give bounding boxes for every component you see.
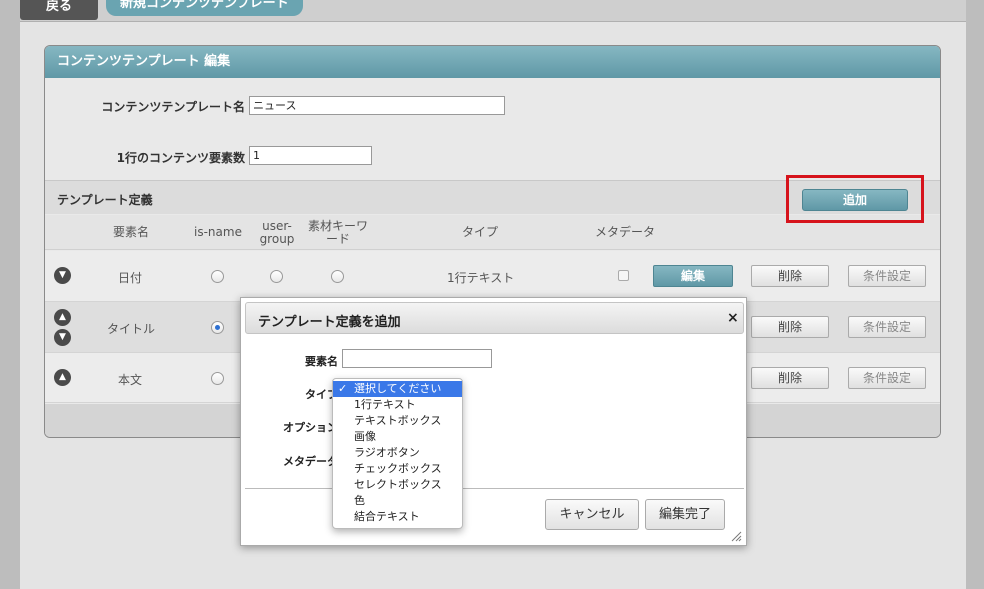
col-is-name: is-name — [194, 225, 242, 239]
template-name-label: コンテンツテンプレート名 — [101, 100, 245, 114]
move-up-icon[interactable]: ▲ — [54, 369, 71, 386]
delete-button[interactable]: 削除 — [751, 316, 829, 338]
is-name-radio[interactable] — [211, 270, 224, 283]
col-element-name: 要素名 — [112, 225, 149, 239]
close-icon[interactable]: × — [727, 310, 739, 326]
metadata-label: メタデータ — [283, 455, 338, 468]
is-name-radio[interactable] — [211, 321, 224, 334]
definitions-title: テンプレート定義 — [57, 193, 153, 207]
col-keyword-line2: ード — [325, 232, 350, 246]
col-user-group-line2: group — [259, 232, 295, 246]
type-option[interactable]: セレクトボックス — [333, 477, 462, 493]
user-group-radio[interactable] — [270, 270, 283, 283]
breadcrumb: 新規コンテンツテンプレート — [106, 0, 303, 16]
keyword-radio[interactable] — [331, 270, 344, 283]
row-element-name: 本文 — [118, 373, 143, 387]
col-type: タイプ — [461, 225, 498, 239]
element-name-input[interactable] — [342, 349, 492, 368]
type-option[interactable]: 1行テキスト — [333, 397, 462, 413]
col-keyword: 素材キーワ ード — [303, 220, 373, 246]
col-user-group: user- group — [253, 220, 301, 246]
type-option[interactable]: 結合テキスト — [333, 509, 462, 525]
edit-button[interactable]: 編集 — [653, 265, 733, 287]
add-button-highlight — [786, 175, 924, 223]
right-gutter — [966, 0, 984, 589]
add-definition-dialog: テンプレート定義を追加 × 要素名 タイプ オプション メタデータ キャンセル … — [240, 297, 747, 546]
elements-per-row-input[interactable]: 1 — [249, 146, 372, 165]
type-option[interactable]: ラジオボタン — [333, 445, 462, 461]
delete-button[interactable]: 削除 — [751, 265, 829, 287]
dialog-title-bar: テンプレート定義を追加 × — [245, 302, 744, 334]
back-button[interactable]: 戻る — [20, 0, 98, 20]
element-name-label: 要素名 — [305, 355, 338, 368]
type-option-label: 選択してください — [354, 382, 442, 395]
type-option[interactable]: 色 — [333, 493, 462, 509]
type-dropdown-menu: ✓ 選択してください 1行テキスト テキストボックス 画像 ラジオボタン チェック… — [332, 378, 463, 529]
type-option[interactable]: 画像 — [333, 429, 462, 445]
row-element-name: 日付 — [118, 271, 143, 285]
move-up-icon[interactable]: ▲ — [54, 309, 71, 326]
condition-button[interactable]: 条件設定 — [848, 316, 926, 338]
resize-handle-icon[interactable] — [730, 530, 742, 542]
dialog-divider — [245, 488, 744, 489]
left-gutter — [0, 0, 20, 589]
metadata-checkbox[interactable] — [618, 270, 629, 281]
move-down-icon[interactable]: ▼ — [54, 329, 71, 346]
checkmark-icon: ✓ — [338, 382, 348, 395]
dialog-title: テンプレート定義を追加 — [258, 315, 401, 330]
is-name-radio[interactable] — [211, 372, 224, 385]
col-metadata: メタデータ — [594, 225, 655, 239]
elements-per-row-label: 1行のコンテンツ要素数 — [116, 151, 245, 165]
template-name-input[interactable]: ニュース — [249, 96, 505, 115]
type-label: タイプ — [305, 388, 338, 401]
move-down-icon[interactable]: ▼ — [54, 267, 71, 284]
delete-button[interactable]: 削除 — [751, 367, 829, 389]
panel-title: コンテンツテンプレート 編集 — [45, 46, 940, 78]
row-element-name: タイトル — [107, 322, 156, 336]
cancel-button[interactable]: キャンセル — [545, 499, 639, 530]
type-option[interactable]: ✓ 選択してください — [333, 381, 462, 397]
row-type: 1行テキスト — [447, 271, 515, 285]
condition-button[interactable]: 条件設定 — [848, 265, 926, 287]
condition-button[interactable]: 条件設定 — [848, 367, 926, 389]
table-row: ▼ 日付 1行テキスト 編集 削除 条件設定 — [45, 251, 940, 302]
option-label: オプション — [283, 421, 338, 434]
type-option[interactable]: チェックボックス — [333, 461, 462, 477]
done-button[interactable]: 編集完了 — [645, 499, 725, 530]
type-option[interactable]: テキストボックス — [333, 413, 462, 429]
